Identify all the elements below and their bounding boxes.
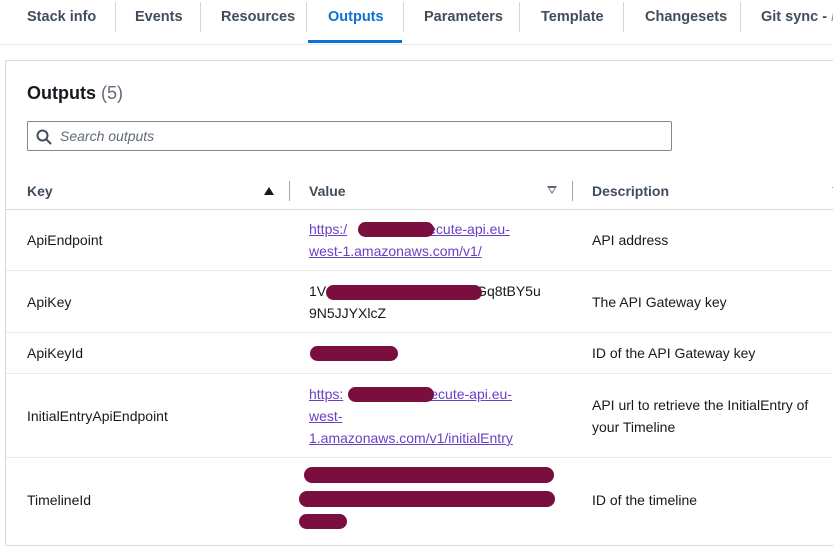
outputs-panel: Outputs (5) Key Value Description ApiEnd… [5,60,833,546]
table-row: ApiKey 1V Gq8tBY5u 9N5JJYXlcZ The API Gate… [6,271,833,333]
column-header-key[interactable]: Key [27,173,53,209]
link-text: https: [309,386,344,402]
redaction-mark [310,346,398,361]
tab-stack-info[interactable]: Stack info [27,0,96,34]
output-key: InitialEntryApiEndpoint [27,408,168,424]
tab-git-sync-label: Git sync - [761,9,828,25]
table-row: TimelineId ID of the timeline [6,458,833,544]
tab-outputs[interactable]: Outputs [328,0,384,34]
outputs-title: Outputs [27,83,96,103]
column-header-value[interactable]: Value [309,173,346,209]
search-icon [36,129,52,145]
outputs-header: Outputs (5) [27,83,123,104]
search-input[interactable] [60,122,660,150]
tab-changesets[interactable]: Changesets [645,0,727,34]
tab-git-sync[interactable]: Git sync - n [761,0,833,34]
tab-divider [623,2,624,32]
output-key: ApiKey [27,294,72,310]
table-row: ApiEndpoint https:/ xecute-api.eu-west-1.… [6,209,833,271]
outputs-count: (5) [101,83,124,103]
redaction-mark [326,285,482,300]
redaction-mark [348,387,434,402]
search-outputs-field[interactable] [27,121,672,151]
output-key: ApiEndpoint [27,232,103,248]
link-text: xecute-api.eu- [423,386,512,402]
tab-divider [306,2,307,32]
output-value: https: xecute-api.eu-west- 1.amazonaws.com… [309,383,559,449]
value-text: Gq8tBY5u [476,283,541,299]
tab-divider [740,2,741,32]
link-text: https:/ [309,221,348,237]
tab-events[interactable]: Events [135,0,183,34]
redaction-mark [304,467,554,483]
link-text: west-1.amazonaws.com/v1/ [309,243,482,259]
output-description: API address [592,232,669,248]
tab-divider [200,2,201,32]
redaction-mark [299,514,347,529]
column-resizer[interactable] [289,181,290,201]
value-text: 9N5JJYXlcZ [309,305,387,321]
output-description: ID of the timeline [592,492,698,508]
tab-resources[interactable]: Resources [221,0,295,34]
link-text: 1.amazonaws.com/v1/initialEntry [309,430,513,446]
value-text: 1V [309,283,327,299]
stack-tabs: Stack info Events Resources Outputs Para… [0,0,833,45]
link-text: west- [309,408,343,424]
active-tab-indicator [308,40,402,43]
link-text: xecute-api.eu- [421,221,510,237]
output-description: API url to retrieve the InitialEntry of … [592,397,809,435]
sort-ascending-icon[interactable] [264,187,274,195]
tab-divider [115,2,116,32]
table-row: InitialEntryApiEndpoint https: xecute-api… [6,374,833,458]
output-key: TimelineId [27,492,92,508]
output-description: The API Gateway key [592,294,727,310]
output-value: https:/ xecute-api.eu-west-1.amazonaws.co… [309,218,559,262]
redaction-mark [358,222,434,237]
table-header: Key Value Description [6,173,833,210]
tab-divider [403,2,404,32]
column-header-description[interactable]: Description [592,173,669,209]
tab-template[interactable]: Template [541,0,604,34]
output-description: ID of the API Gateway key [592,345,756,361]
tab-parameters[interactable]: Parameters [424,0,503,34]
output-key: ApiKeyId [27,345,84,361]
tab-divider [519,2,520,32]
table-row: ApiKeyId ID of the API Gateway key [6,333,833,374]
sort-icon[interactable] [547,186,557,194]
redaction-mark [299,491,555,507]
column-resizer[interactable] [572,181,573,201]
